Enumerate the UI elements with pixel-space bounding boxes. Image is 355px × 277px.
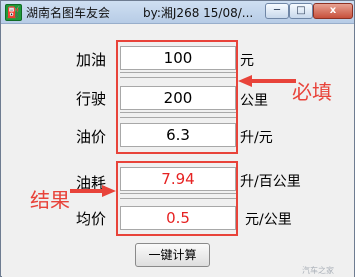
window-title-author: by:湘J268 15/08/... (143, 6, 254, 20)
close-button[interactable]: x (313, 3, 353, 19)
cost-per-km-label: 均价 (76, 210, 107, 228)
cost-per-km-unit: 元/公里 (245, 212, 292, 228)
title-bar[interactable]: ⛽ 湖南名图车友会 by:湘J268 15/08/... ─ □ x (1, 1, 354, 24)
distance-unit: 公里 (240, 93, 268, 109)
calculate-button[interactable]: 一键计算 (135, 243, 210, 267)
result-annotation: 结果 (30, 188, 70, 212)
result-highlight-box (116, 161, 238, 236)
fuel-price-unit: 升/元 (240, 130, 273, 146)
maximize-button[interactable]: □ (289, 3, 313, 19)
consumption-unit: 升/百公里 (240, 174, 301, 190)
distance-label: 行驶 (76, 90, 107, 108)
client-area: 加油 100 元 行驶 200 公里 油价 6.3 升/元 油耗 7.94 升/… (2, 24, 354, 277)
fuel-price-label: 油价 (76, 128, 107, 146)
required-annotation: 必填 (292, 80, 332, 104)
minimize-button[interactable]: ─ (265, 3, 289, 19)
result-arrow-icon (70, 185, 116, 197)
required-arrow-icon (238, 75, 296, 87)
fuel-amount-unit: 元 (240, 53, 254, 69)
fuel-amount-label: 加油 (76, 51, 107, 69)
app-window: ⛽ 湖南名图车友会 by:湘J268 15/08/... ─ □ x 加油 10… (0, 0, 355, 277)
app-icon: ⛽ (5, 4, 22, 21)
required-highlight-box (116, 40, 238, 154)
watermark: 汽车之家 (302, 266, 334, 275)
window-title: 湖南名图车友会 (26, 6, 111, 20)
